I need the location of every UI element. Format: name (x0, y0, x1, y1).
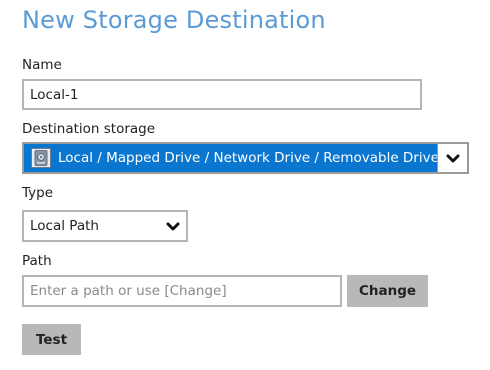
drive-icon (31, 148, 51, 168)
chevron-down-icon (166, 222, 180, 231)
name-label: Name (22, 57, 62, 73)
change-button[interactable]: Change (347, 275, 428, 307)
destination-storage-label: Destination storage (22, 121, 156, 137)
test-button[interactable]: Test (22, 324, 81, 355)
type-select[interactable]: Local Path (22, 210, 188, 242)
page-title: New Storage Destination (22, 6, 326, 34)
name-input[interactable] (22, 79, 422, 110)
new-storage-destination-dialog: New Storage Destination Name Destination… (0, 0, 490, 370)
destination-storage-dropdown-toggle[interactable] (437, 144, 467, 172)
destination-storage-select[interactable]: Local / Mapped Drive / Network Drive / R… (22, 142, 469, 174)
path-input[interactable] (22, 275, 342, 307)
path-label: Path (22, 253, 52, 269)
destination-storage-selected: Local / Mapped Drive / Network Drive / R… (58, 150, 439, 166)
chevron-down-icon (446, 154, 460, 163)
type-selected: Local Path (30, 218, 99, 234)
type-label: Type (22, 185, 54, 201)
